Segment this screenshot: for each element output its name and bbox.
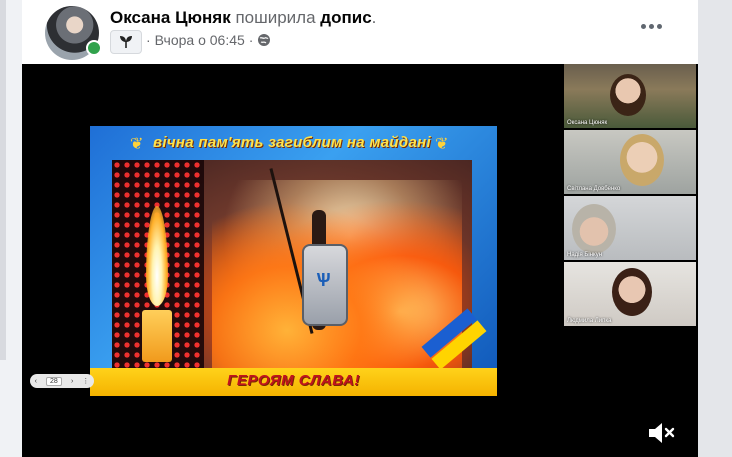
punctuation: . [371,8,377,27]
shield: Ѱ [302,244,348,326]
shared-object-link[interactable]: допис [320,8,371,27]
left-gutter [0,0,22,457]
gutter-strip [0,0,6,360]
more-icon[interactable] [636,14,666,38]
page-menu-icon[interactable]: ⋮ [82,377,89,385]
online-status-dot [86,40,102,56]
meta-separator-2: · [248,32,254,48]
slide-title: вічна пам'ять загиблим на майдані [153,134,431,151]
participant-name: Людмила Липка [567,318,612,324]
participant-name: Надія Бінкун [567,252,603,258]
video-player[interactable]: ❦ вічна пам'ять загиблим на майдані ❦ Ѱ … [22,64,698,457]
right-gutter [698,0,732,457]
page-navigator[interactable]: ‹ 28 › ⋮ [30,374,94,388]
slide-banner-text: ГЕРОЯМ СЛАВА! [227,372,360,389]
post-header-line: Оксана Цюняк поширила допис. [110,8,376,28]
shared-slide: ❦ вічна пам'ять загиблим на майдані ❦ Ѱ … [90,126,497,396]
prev-page-icon[interactable]: ‹ [35,378,37,385]
participant-tile[interactable]: Людмила Липка [564,262,696,326]
author-name[interactable]: Оксана Цюняк [110,8,231,27]
next-page-icon[interactable]: › [71,378,73,385]
trident-icon: Ѱ [316,270,331,290]
candle [142,310,172,362]
meta-separator: · [146,32,151,48]
participant-face [612,268,652,316]
post-timestamp[interactable]: Вчора о 06:45 [155,32,245,48]
participant-face [572,204,616,254]
participant-name: Оксана Цюняк [567,120,608,126]
participant-face [620,134,664,186]
participant-gallery: Оксана Цюняк Світлана Довбенко Надія Бін… [562,64,698,328]
participant-tile[interactable]: Надія Бінкун [564,196,696,260]
sprout-icon[interactable] [110,30,142,54]
participant-face [610,74,646,116]
post-meta: · Вчора о 06:45 · [146,32,271,48]
muted-speaker-icon[interactable] [646,420,676,446]
post-card: Оксана Цюняк поширила допис. · Вчора о 0… [22,0,698,457]
slide-artwork: Ѱ [112,160,472,368]
page-number: 28 [46,376,62,386]
participant-tile[interactable]: Оксана Цюняк [564,64,696,128]
participant-name: Світлана Довбенко [567,186,621,192]
participant-tile[interactable]: Світлана Довбенко [564,130,696,194]
wreath-right-icon: ❦ [435,136,449,153]
action-text: поширила [235,8,316,27]
globe-icon [258,34,271,46]
